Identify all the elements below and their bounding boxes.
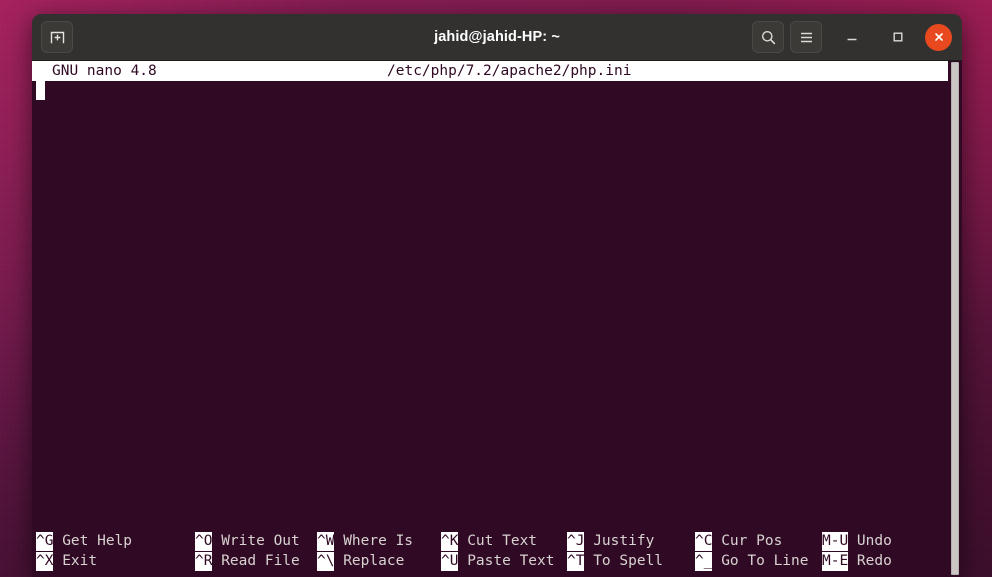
nano-shortcut-label: Go To Line <box>712 553 809 569</box>
nano-shortcut-label: Justify <box>584 533 655 549</box>
new-tab-button[interactable] <box>41 21 73 53</box>
terminal-window: jahid@jahid-HP: ~ GNU nano 4.8 /etc/php/… <box>32 14 962 577</box>
nano-shortcut-replace[interactable]: ^\ Replace <box>317 552 404 571</box>
nano-version-label: GNU nano 4.8 <box>52 62 157 79</box>
scrollbar-thumb[interactable] <box>951 62 959 575</box>
nano-shortcut-key: ^\ <box>317 552 335 571</box>
hamburger-menu-icon <box>800 32 812 42</box>
nano-shortcut-justify[interactable]: ^J Justify <box>567 532 654 551</box>
nano-shortcut-label: Get Help <box>53 533 133 549</box>
nano-shortcut-get-help[interactable]: ^G Get Help <box>36 532 132 551</box>
nano-shortcut-where-is[interactable]: ^W Where Is <box>317 532 413 551</box>
nano-shortcut-label: Replace <box>334 553 405 569</box>
nano-shortcut-key: ^W <box>317 532 335 551</box>
close-button[interactable] <box>925 23 952 51</box>
nano-shortcut-bar: ^G Get Help ^O Write Out ^W Where Is ^K Cut… <box>32 532 948 572</box>
nano-shortcut-label: Paste Text <box>458 553 555 569</box>
nano-shortcut-read-file[interactable]: ^R Read File <box>195 552 300 571</box>
nano-shortcut-key: ^C <box>695 532 713 551</box>
nano-shortcut-row-1: ^G Get Help ^O Write Out ^W Where Is ^K Cut… <box>32 532 948 552</box>
nano-shortcut-cut-text[interactable]: ^K Cut Text <box>441 532 537 551</box>
nano-shortcut-label: Redo <box>848 553 892 569</box>
nano-shortcut-label: Where Is <box>334 533 414 549</box>
nano-shortcut-exit[interactable]: ^X Exit <box>36 552 97 571</box>
nano-shortcut-key: ^K <box>441 532 459 551</box>
menu-button[interactable] <box>790 21 822 53</box>
nano-title-bar: GNU nano 4.8 /etc/php/7.2/apache2/php.in… <box>32 61 948 81</box>
nano-shortcut-key: ^J <box>567 532 585 551</box>
window-titlebar[interactable]: jahid@jahid-HP: ~ <box>32 14 962 61</box>
nano-shortcut-row-2: ^X Exit ^R Read File ^\ Replace ^U Paste Te… <box>32 552 948 572</box>
nano-shortcut-key: ^G <box>36 532 54 551</box>
nano-shortcut-label: To Spell <box>584 553 664 569</box>
nano-shortcut-label: Undo <box>848 533 892 549</box>
nano-filename-label: /etc/php/7.2/apache2/php.ini <box>387 62 632 79</box>
nano-shortcut-key: ^_ <box>695 552 713 571</box>
maximize-button[interactable] <box>884 23 912 51</box>
close-icon <box>934 33 943 41</box>
nano-shortcut-go-to-line[interactable]: ^_ Go To Line <box>695 552 809 571</box>
nano-shortcut-label: Cur Pos <box>712 533 783 549</box>
nano-shortcut-undo[interactable]: M-U Undo <box>822 532 892 551</box>
nano-shortcut-cur-pos[interactable]: ^C Cur Pos <box>695 532 782 551</box>
search-button[interactable] <box>752 21 784 53</box>
titlebar-controls <box>752 21 955 53</box>
search-icon <box>761 30 775 44</box>
minimize-button[interactable] <box>838 23 866 51</box>
nano-shortcut-key: ^T <box>567 552 585 571</box>
nano-shortcut-key: ^R <box>195 552 213 571</box>
nano-shortcut-key: ^U <box>441 552 459 571</box>
nano-shortcut-key: M-E <box>822 552 849 571</box>
terminal-scrollbar[interactable] <box>948 61 962 577</box>
nano-shortcut-label: Exit <box>53 553 98 569</box>
nano-shortcut-key: ^O <box>195 532 213 551</box>
terminal-body[interactable]: GNU nano 4.8 /etc/php/7.2/apache2/php.in… <box>32 61 962 577</box>
nano-editor[interactable]: GNU nano 4.8 /etc/php/7.2/apache2/php.in… <box>32 61 948 577</box>
nano-shortcut-label: Cut Text <box>458 533 538 549</box>
nano-shortcut-to-spell[interactable]: ^T To Spell <box>567 552 663 571</box>
nano-shortcut-label: Read File <box>212 553 300 569</box>
nano-shortcut-write-out[interactable]: ^O Write Out <box>195 532 300 551</box>
nano-text-area[interactable] <box>32 81 948 523</box>
nano-shortcut-key: M-U <box>822 532 849 551</box>
nano-shortcut-redo[interactable]: M-E Redo <box>822 552 892 571</box>
nano-shortcut-key: ^X <box>36 552 54 571</box>
maximize-icon <box>893 32 903 42</box>
nano-shortcut-label: Write Out <box>212 533 300 549</box>
minimize-icon <box>847 38 857 41</box>
text-cursor <box>36 81 45 100</box>
nano-shortcut-paste-text[interactable]: ^U Paste Text <box>441 552 555 571</box>
new-tab-icon <box>50 31 64 43</box>
